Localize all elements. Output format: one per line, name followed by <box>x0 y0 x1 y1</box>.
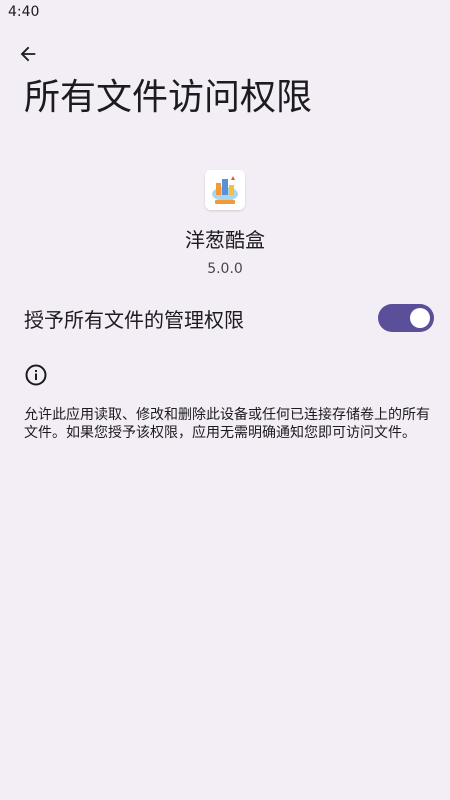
all-files-access-toggle[interactable] <box>378 304 434 332</box>
back-button[interactable] <box>12 38 44 70</box>
status-bar: 4:40 <box>0 0 450 26</box>
permission-description: 允许此应用读取、修改和删除此设备或任何已连接存储卷上的所有文件。如果您授予该权限… <box>24 407 430 441</box>
setting-label: 授予所有文件的管理权限 <box>24 307 244 332</box>
app-header: 洋葱酷盒 5.0.0 <box>0 170 450 277</box>
app-cloud-icon <box>205 170 245 210</box>
arrow-back-icon <box>20 46 36 62</box>
page-title: 所有文件访问权限 <box>24 77 313 118</box>
all-files-access-setting[interactable]: 授予所有文件的管理权限 <box>24 296 434 340</box>
toggle-knob <box>410 308 430 328</box>
status-time: 4:40 <box>8 4 40 20</box>
app-version: 5.0.0 <box>207 261 243 277</box>
info-icon <box>25 364 47 386</box>
app-name: 洋葱酷盒 <box>185 228 265 252</box>
